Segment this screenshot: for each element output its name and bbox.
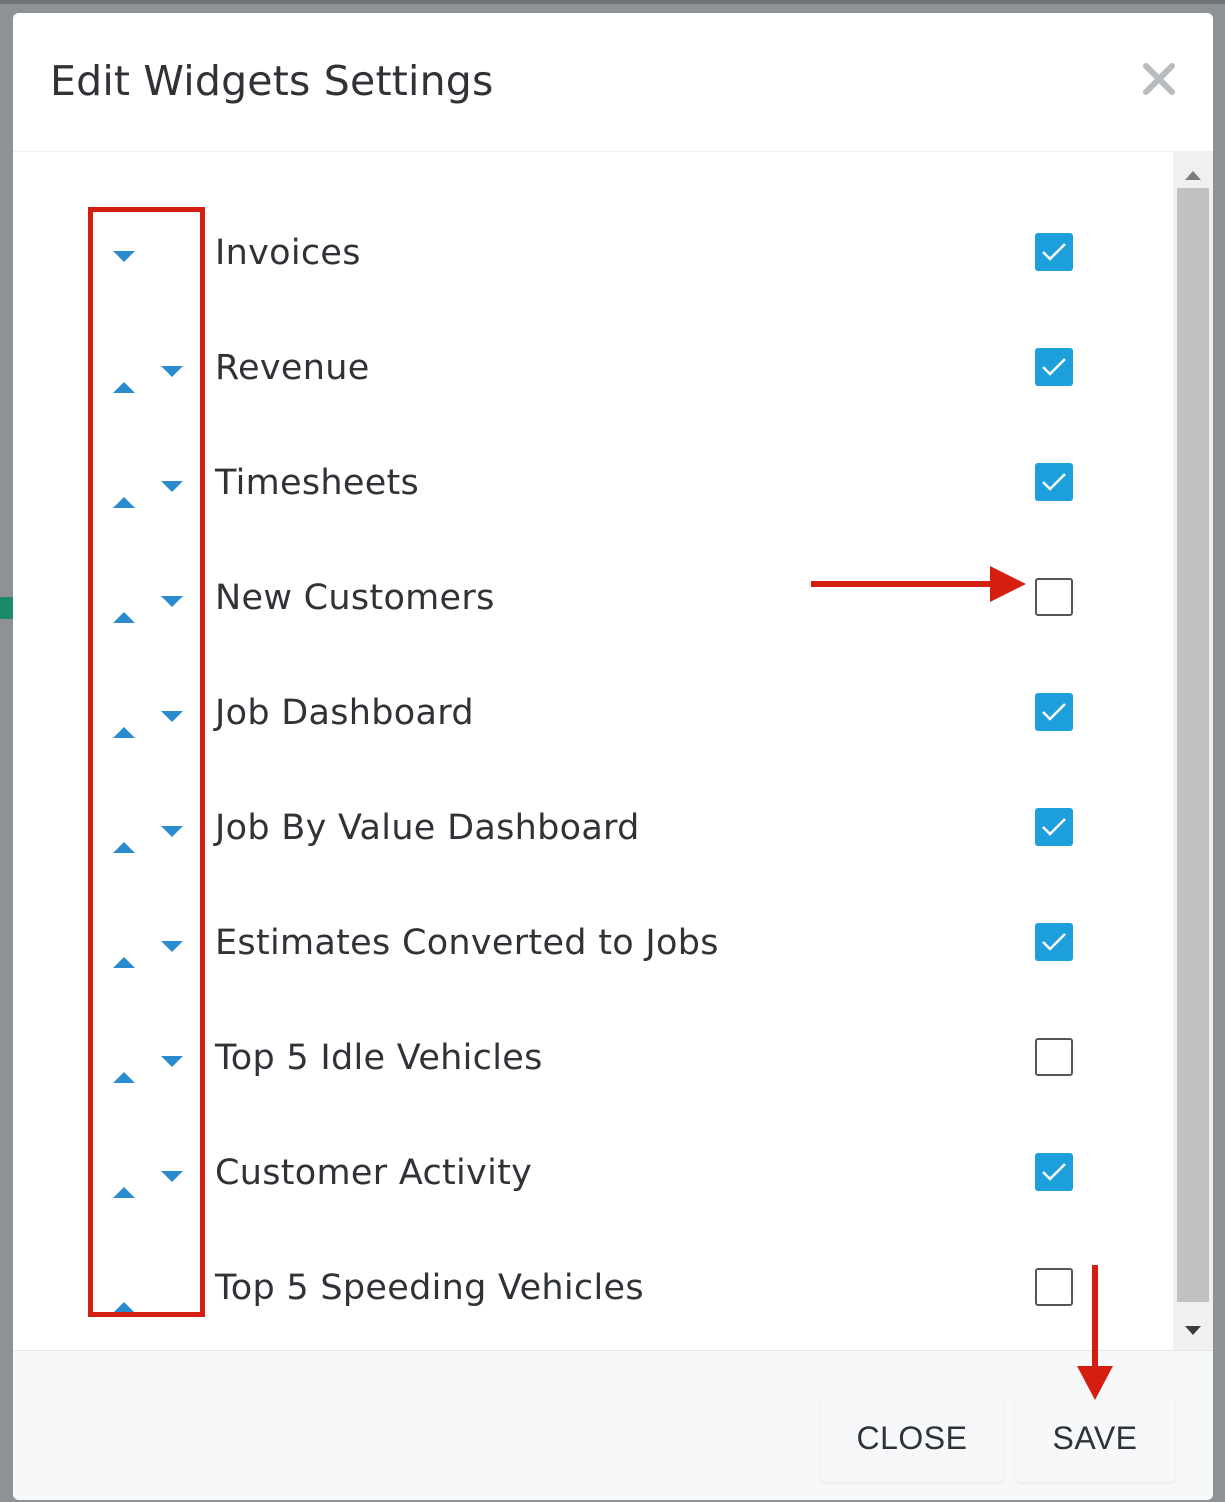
annotation-arrow-down-icon xyxy=(1077,1265,1113,1400)
annotation-arrow-right-icon xyxy=(811,566,1026,602)
annotation-arrows xyxy=(811,566,1113,1400)
